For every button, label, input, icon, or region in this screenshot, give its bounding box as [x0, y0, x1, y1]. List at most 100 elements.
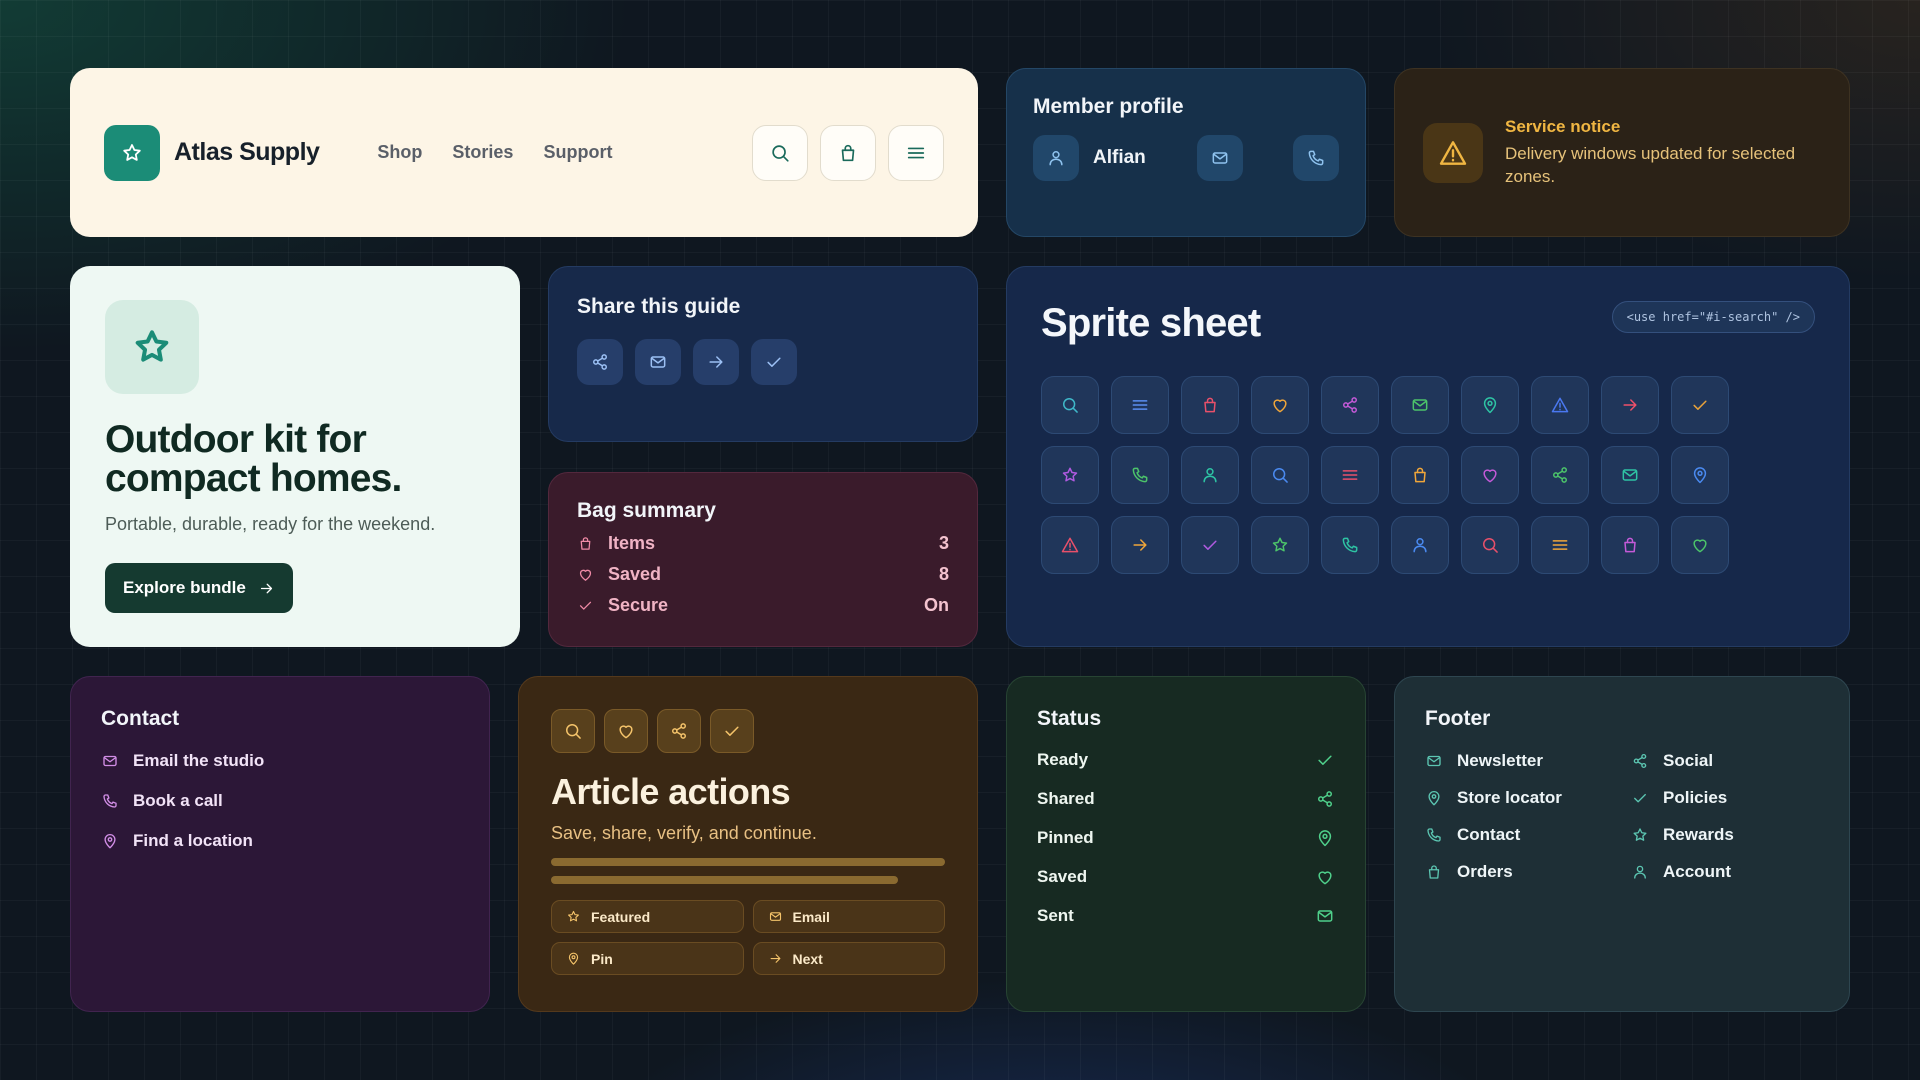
search-icon[interactable] — [551, 709, 595, 753]
user-icon — [1631, 863, 1649, 881]
warning-icon[interactable] — [1041, 516, 1099, 574]
phone-icon[interactable] — [1111, 446, 1169, 504]
article-actions-card: Article actions Save, share, verify, and… — [518, 676, 978, 1012]
menu-icon[interactable] — [1321, 446, 1379, 504]
pin-icon — [1425, 789, 1443, 807]
tag-pin[interactable]: Pin — [551, 942, 744, 975]
heart-icon[interactable] — [604, 709, 648, 753]
email-studio-link[interactable]: Email the studio — [101, 751, 459, 771]
bag-value: 8 — [938, 564, 949, 584]
phone-icon[interactable] — [1293, 135, 1339, 181]
bag-icon[interactable] — [1181, 376, 1239, 434]
status-label: Ready — [1037, 750, 1089, 769]
bag-icon[interactable] — [1391, 446, 1449, 504]
warning-icon[interactable] — [1531, 376, 1589, 434]
pin-icon[interactable] — [1461, 376, 1519, 434]
contact-card: Contact Email the studio Book a call Fin… — [70, 676, 490, 1012]
explore-bundle-button[interactable]: Explore bundle — [105, 563, 293, 613]
phone-icon — [1425, 826, 1443, 844]
hero-subtitle: Portable, durable, ready for the weekend… — [105, 514, 436, 534]
progress-bar — [551, 876, 898, 884]
book-call-link[interactable]: Book a call — [101, 791, 459, 811]
check-icon[interactable] — [751, 339, 797, 385]
tag-next[interactable]: Next — [752, 942, 945, 975]
footer-link-store-locator[interactable]: Store locator — [1425, 788, 1631, 808]
status-row-sent: Sent — [1037, 906, 1335, 926]
find-location-link[interactable]: Find a location — [101, 831, 459, 851]
phone-icon[interactable] — [1321, 516, 1379, 574]
article-tags: Featured Email Pin Next — [551, 900, 945, 975]
link-label: Store locator — [1457, 788, 1562, 807]
link-label: Book a call — [133, 791, 223, 810]
star-icon[interactable] — [1041, 446, 1099, 504]
footer-card: Footer Newsletter Social Store locator P… — [1394, 676, 1850, 1012]
share-icon — [1315, 789, 1335, 809]
footer-title: Footer — [1425, 707, 1491, 730]
user-icon[interactable] — [1181, 446, 1239, 504]
heart-icon[interactable] — [1461, 446, 1519, 504]
nav-support[interactable]: Support — [543, 142, 612, 163]
sprite-grid — [1041, 376, 1815, 574]
footer-link-policies[interactable]: Policies — [1631, 788, 1819, 808]
status-label: Saved — [1037, 867, 1088, 886]
search-icon[interactable] — [752, 124, 808, 181]
check-icon[interactable] — [1181, 516, 1239, 574]
search-icon[interactable] — [1251, 446, 1309, 504]
footer-link-contact[interactable]: Contact — [1425, 825, 1631, 845]
mail-icon[interactable] — [635, 339, 681, 385]
footer-link-rewards[interactable]: Rewards — [1631, 825, 1819, 845]
heart-icon[interactable] — [1671, 516, 1729, 574]
mail-icon[interactable] — [1391, 376, 1449, 434]
tag-featured[interactable]: Featured — [551, 900, 744, 933]
nav-stories[interactable]: Stories — [452, 142, 513, 163]
arrow-icon[interactable] — [1601, 376, 1659, 434]
arrow-right-icon[interactable] — [693, 339, 739, 385]
search-icon[interactable] — [1461, 516, 1519, 574]
service-notice-card: Service notice Delivery windows updated … — [1394, 68, 1850, 237]
tag-email[interactable]: Email — [752, 900, 945, 933]
bag-icon[interactable] — [1601, 516, 1659, 574]
nav-shop[interactable]: Shop — [377, 142, 422, 163]
profile-name: Alfian — [1093, 147, 1146, 168]
article-icon-row — [551, 709, 945, 753]
brand-name[interactable]: Atlas Supply — [174, 138, 320, 167]
bag-icon[interactable] — [820, 124, 876, 181]
footer-link-social[interactable]: Social — [1631, 751, 1819, 771]
mail-icon — [1315, 906, 1335, 926]
search-icon[interactable] — [1041, 376, 1099, 434]
check-icon — [577, 597, 594, 614]
share-icon[interactable] — [577, 339, 623, 385]
sprite-sheet-card: Sprite sheet <use href="#i-search" /> — [1006, 266, 1850, 647]
share-icon[interactable] — [1531, 446, 1589, 504]
link-label: Orders — [1457, 862, 1513, 881]
link-label: Rewards — [1663, 825, 1734, 844]
menu-icon[interactable] — [1531, 516, 1589, 574]
article-title: Article actions — [551, 771, 791, 812]
heart-icon[interactable] — [1251, 376, 1309, 434]
user-icon[interactable] — [1033, 135, 1079, 181]
menu-icon[interactable] — [888, 124, 944, 181]
arrow-icon[interactable] — [1111, 516, 1169, 574]
mail-icon — [768, 909, 783, 924]
hero-card: Outdoor kit for compact homes. Portable,… — [70, 266, 520, 647]
mail-icon[interactable] — [1197, 135, 1243, 181]
menu-icon[interactable] — [1111, 376, 1169, 434]
notice-title: Service notice — [1505, 117, 1621, 137]
share-icon[interactable] — [1321, 376, 1379, 434]
star-icon[interactable] — [1251, 516, 1309, 574]
mail-icon[interactable] — [1601, 446, 1659, 504]
user-icon[interactable] — [1391, 516, 1449, 574]
header-actions — [752, 124, 944, 181]
check-icon[interactable] — [710, 709, 754, 753]
footer-link-newsletter[interactable]: Newsletter — [1425, 751, 1631, 771]
pin-icon — [566, 951, 581, 966]
status-label: Shared — [1037, 789, 1095, 808]
check-icon[interactable] — [1671, 376, 1729, 434]
status-row-pinned: Pinned — [1037, 828, 1335, 848]
star-icon[interactable] — [104, 124, 160, 181]
footer-link-orders[interactable]: Orders — [1425, 862, 1631, 882]
pin-icon[interactable] — [1671, 446, 1729, 504]
footer-link-account[interactable]: Account — [1631, 862, 1819, 882]
share-icon[interactable] — [657, 709, 701, 753]
tag-label: Pin — [591, 950, 613, 967]
